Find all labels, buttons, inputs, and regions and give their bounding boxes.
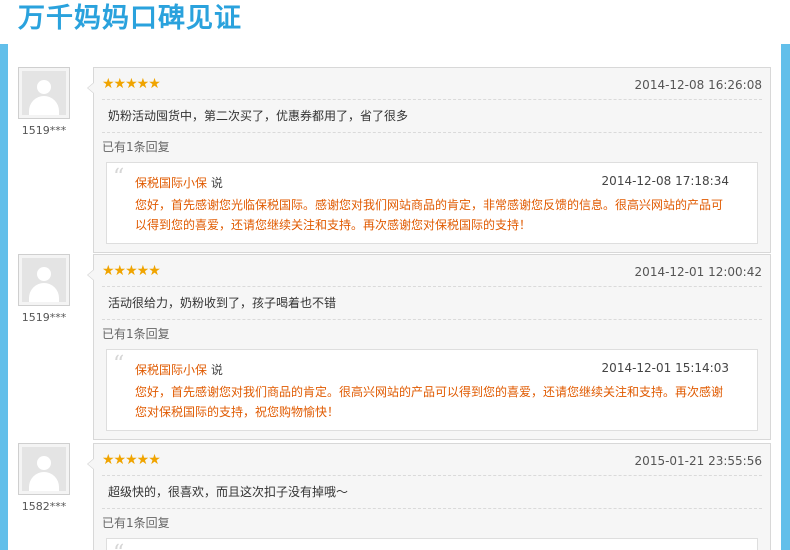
page-title: 万千妈妈口碑见证 [18,3,242,34]
review-content: 超级快的，很喜欢，而且这次扣子没有掉哦～ [102,476,762,509]
avatar [18,254,70,306]
reply-count: 已有1条回复 [102,140,170,154]
reviewer-name: 1519*** [21,311,67,324]
reviewer: 1519*** [18,254,73,324]
rating-stars-icon: ★★★★★ [102,76,161,92]
avatar-placeholder-icon [22,71,66,115]
reply-author: 保税国际小保 说 [135,176,223,190]
frame-border-right [781,44,790,550]
reviewer-name: 1519*** [21,124,67,137]
avatar-placeholder-icon [22,258,66,302]
review-date: 2014-12-08 16:26:08 [634,78,762,92]
review-card: ★★★★★ 2014-12-01 12:00:42 活动很给力，奶粉收到了，孩子… [87,254,771,440]
reviewer: 1519*** [18,67,73,137]
review-card: ★★★★★ 2015-01-21 23:55:56 超级快的，很喜欢，而且这次扣… [87,443,771,550]
review-card: ★★★★★ 2014-12-08 16:26:08 奶粉活动囤货中，第二次买了，… [87,67,771,253]
reviewer: 1582*** [18,443,73,513]
reply-box: “ 保税国际小保 说 2014-12-08 17:18:34 您好，首先感谢您光… [106,162,758,244]
review-date: 2014-12-01 12:00:42 [634,265,762,279]
rating-stars-icon: ★★★★★ [102,263,161,279]
reply-text: 您好，首先感谢您光临保税国际。感谢您对我们网站商品的肯定，非常感谢您反馈的信息。… [135,198,724,232]
rating-stars-icon: ★★★★★ [102,452,161,468]
reply-box: “ [106,538,758,550]
reply-count: 已有1条回复 [102,327,170,341]
reviewer-name: 1582*** [21,500,67,513]
review-date: 2015-01-21 23:55:56 [634,454,762,468]
frame-border-left [0,44,8,550]
reply-text: 您好，首先感谢您对我们商品的肯定。很高兴网站的产品可以得到您的喜爱，还请您继续关… [135,385,724,419]
reply-date: 2014-12-01 15:14:03 [601,361,729,375]
reply-count: 已有1条回复 [102,516,170,530]
avatar [18,67,70,119]
reply-box: “ 保税国际小保 说 2014-12-01 15:14:03 您好，首先感谢您对… [106,349,758,431]
avatar-placeholder-icon [22,447,66,491]
reply-date: 2014-12-08 17:18:34 [601,174,729,188]
review-content: 活动很给力，奶粉收到了，孩子喝着也不错 [102,287,762,320]
quote-icon: “ [113,541,124,550]
review-content: 奶粉活动囤货中，第二次买了，优惠券都用了，省了很多 [102,100,762,133]
reply-author: 保税国际小保 说 [135,363,223,377]
page-header: 万千妈妈口碑见证 [0,0,790,46]
avatar [18,443,70,495]
